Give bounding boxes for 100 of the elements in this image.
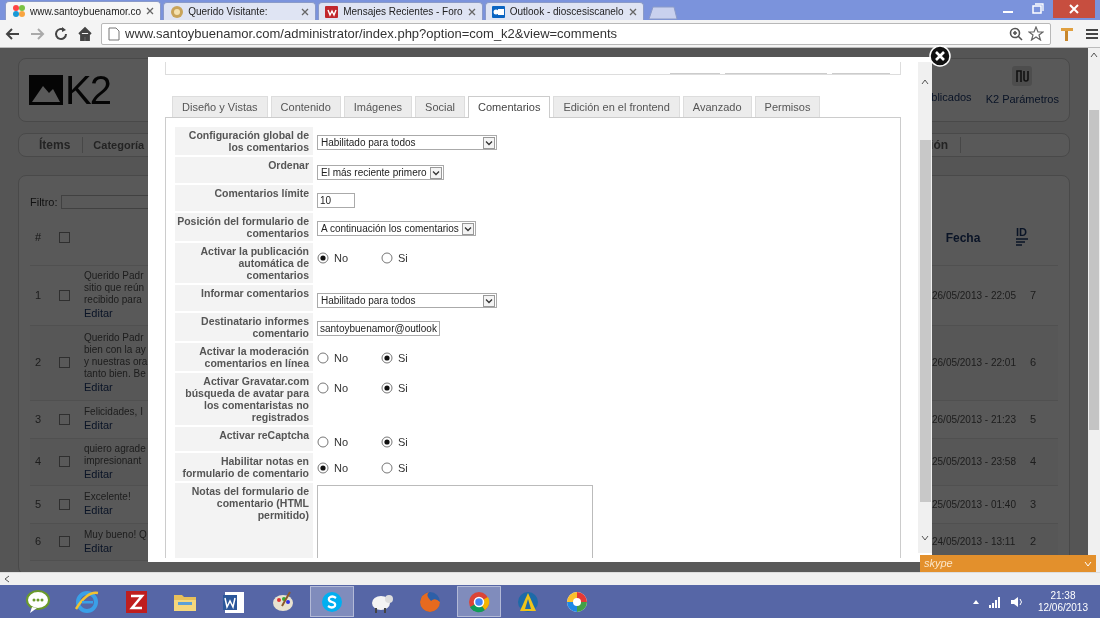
settings-tab[interactable]: Comentarios xyxy=(468,96,551,118)
field-label: Habilitar notas en formulario de comentario xyxy=(175,452,313,481)
close-icon[interactable] xyxy=(146,7,155,15)
taskbar-button[interactable] xyxy=(457,586,501,617)
dropdown[interactable]: A continuación los comentarios xyxy=(317,221,476,236)
scroll-up-icon[interactable] xyxy=(921,79,929,85)
radio-option[interactable]: Si xyxy=(381,250,445,267)
browser-tab[interactable]: Mensajes Recientes - Foro xyxy=(318,2,483,20)
filter-label: Filtro: xyxy=(30,195,58,210)
field-label: Notas del formulario de comentario (HTML permitido) xyxy=(175,482,313,558)
radio-icon[interactable] xyxy=(381,382,393,395)
reload-icon[interactable] xyxy=(53,25,69,42)
table-cell-text: 25/05/2013 - 23:58 xyxy=(932,455,1017,469)
logo-text: K2 xyxy=(65,70,110,110)
clock[interactable]: 21:38 12/06/2013 xyxy=(1037,589,1088,614)
close-icon[interactable] xyxy=(467,7,476,16)
radio-option[interactable]: Si xyxy=(381,459,445,476)
browser-tab[interactable]: Outlook - dioscesiscanelo xyxy=(484,2,644,20)
extension-icon[interactable] xyxy=(1059,25,1075,42)
circle-icon xyxy=(170,4,184,19)
row-checkbox[interactable] xyxy=(59,289,70,301)
table-cell-text: 4 xyxy=(33,454,43,470)
settings-tab[interactable]: Permisos xyxy=(754,96,821,117)
sort-icon[interactable] xyxy=(1016,238,1028,248)
radio-icon[interactable] xyxy=(381,352,393,365)
row-checkbox[interactable] xyxy=(59,456,70,467)
radio-icon[interactable] xyxy=(317,461,329,474)
radio-option[interactable]: No xyxy=(317,459,381,476)
speech-bubble-icon xyxy=(25,588,51,615)
radio-option[interactable]: Si xyxy=(381,380,445,397)
address-field[interactable]: www.santoybuenamor.com/administrator/index.php?option=com_k2&view=comments xyxy=(101,22,1051,45)
caret-icon xyxy=(483,294,495,307)
signal-icon[interactable] xyxy=(987,595,1002,608)
radio-option[interactable]: No xyxy=(317,250,381,267)
tray-expand-icon[interactable] xyxy=(971,598,980,605)
field-label: Posición del formulario de comentarios xyxy=(175,213,313,241)
radio-icon[interactable] xyxy=(317,252,329,265)
zoom-icon[interactable] xyxy=(1009,26,1023,41)
close-icon[interactable] xyxy=(628,7,637,16)
home-icon[interactable] xyxy=(77,25,93,42)
scroll-down-icon[interactable] xyxy=(921,535,929,541)
menu-icon[interactable] xyxy=(1085,26,1099,41)
column-header: # xyxy=(33,230,43,246)
radio-option[interactable]: No xyxy=(317,434,381,451)
table-cell-text: 24/05/2013 - 13:11 xyxy=(932,535,1017,549)
dropdown[interactable]: Habilitado para todos xyxy=(317,293,497,308)
volume-icon[interactable] xyxy=(1009,595,1024,608)
taskbar-button[interactable] xyxy=(310,586,354,617)
table-cell-text: 1 xyxy=(33,287,43,303)
tile-icon xyxy=(491,4,505,19)
back-icon[interactable] xyxy=(5,25,21,42)
browser-tab[interactable]: www.santoybuenamor.co xyxy=(5,1,162,20)
skype-label: skype xyxy=(924,556,953,572)
ring-icon xyxy=(74,588,100,615)
field-label: Comentarios límite xyxy=(175,185,313,211)
radio-icon[interactable] xyxy=(317,382,329,395)
scrollbar-thumb[interactable] xyxy=(919,140,931,502)
table-cell-text: 4 xyxy=(1030,454,1037,470)
field-label: Activar reCaptcha xyxy=(175,427,313,451)
settings-tab[interactable]: Avanzado xyxy=(682,96,752,117)
table-cell-text: 5 xyxy=(33,496,43,512)
radio-option[interactable]: No xyxy=(317,380,381,397)
caret-icon xyxy=(429,166,442,179)
browser-tab[interactable]: Querido Visitante: xyxy=(163,2,317,20)
mountain-logo-icon xyxy=(29,75,63,105)
star-icon[interactable] xyxy=(1028,26,1044,41)
comment-text: Excelente! xyxy=(84,491,132,503)
row-checkbox[interactable] xyxy=(59,498,70,510)
radio-icon[interactable] xyxy=(317,436,329,449)
select-all-checkbox[interactable] xyxy=(59,232,70,243)
settings-tab[interactable]: Social xyxy=(415,96,466,117)
comment-text: impresionant xyxy=(84,454,143,467)
dropdown[interactable]: El más reciente primero xyxy=(317,165,444,180)
text-field[interactable]: santoybuenamor@outlook xyxy=(317,321,440,336)
radio-icon[interactable] xyxy=(381,252,393,265)
radio-option[interactable]: Si xyxy=(381,434,445,451)
close-icon[interactable] xyxy=(301,7,310,16)
dropdown[interactable]: Habilitado para todos xyxy=(317,135,497,150)
close-button[interactable] xyxy=(929,45,951,67)
settings-tab[interactable]: Imágenes xyxy=(343,96,413,117)
parameters-icon xyxy=(1011,64,1034,87)
radio-option[interactable]: Si xyxy=(381,350,445,367)
radio-option[interactable]: No xyxy=(317,350,381,367)
text-field[interactable]: 10 xyxy=(317,193,355,208)
field-label: Activar la moderación comentarios en línea xyxy=(175,343,313,371)
settings-tab[interactable]: Diseño y Vistas xyxy=(172,96,268,117)
settings-tab[interactable]: Contenido xyxy=(270,96,341,117)
radio-icon[interactable] xyxy=(381,436,393,449)
scroll-up-icon[interactable] xyxy=(1090,52,1098,58)
field-label: Activar la publicación automática de comentarios xyxy=(175,243,313,283)
settings-tab[interactable]: Edición en el frontend xyxy=(553,96,680,117)
caret-icon xyxy=(483,136,495,149)
radio-icon[interactable] xyxy=(317,352,329,365)
row-checkbox[interactable] xyxy=(59,536,70,547)
radio-icon[interactable] xyxy=(381,461,393,474)
row-checkbox[interactable] xyxy=(59,357,70,368)
caret-icon xyxy=(461,222,474,235)
scrollbar-thumb[interactable] xyxy=(1089,110,1099,430)
scroll-left-icon[interactable] xyxy=(4,575,10,583)
row-checkbox[interactable] xyxy=(59,413,70,425)
